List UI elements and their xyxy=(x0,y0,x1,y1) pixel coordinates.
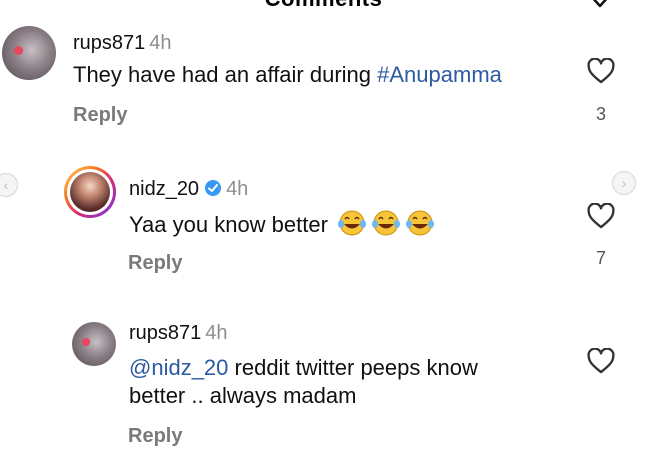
comment-username[interactable]: rups871 xyxy=(129,322,201,344)
verified-badge-icon xyxy=(205,180,222,196)
heart-icon[interactable] xyxy=(587,58,615,84)
avatar[interactable] xyxy=(2,26,56,80)
comment-username[interactable]: nidz_20 xyxy=(129,178,199,200)
heart-icon[interactable] xyxy=(587,203,615,229)
reply-button[interactable]: Reply xyxy=(128,425,182,448)
comment-timestamp: 4h xyxy=(149,32,172,54)
hashtag-link[interactable]: #Anupamma xyxy=(377,62,502,87)
like-count: 3 xyxy=(595,104,606,124)
mention-link[interactable]: @nidz_20 xyxy=(129,355,228,380)
heart-icon[interactable] xyxy=(587,348,615,374)
comments-header-title: Comments xyxy=(0,0,647,12)
story-avatar[interactable] xyxy=(64,166,116,218)
comment-username[interactable]: rups871 xyxy=(73,32,145,54)
laughing-with-tears-emoji xyxy=(338,210,367,236)
next-arrow-button[interactable]: › xyxy=(612,171,636,195)
reply-button[interactable]: Reply xyxy=(73,104,127,127)
laughing-with-tears-emoji xyxy=(372,210,401,236)
reply-button[interactable]: Reply xyxy=(128,252,182,275)
avatar[interactable] xyxy=(72,322,116,366)
comment-timestamp: 4h xyxy=(226,178,249,200)
comment-timestamp: 4h xyxy=(205,322,228,344)
like-count: 7 xyxy=(595,248,606,268)
comment-text: @nidz_20 reddit twitter peeps know bette… xyxy=(129,355,478,408)
comment-text: Yaa you know better xyxy=(129,209,436,239)
laughing-with-tears-emoji xyxy=(406,210,435,236)
prev-arrow-button[interactable]: ‹ xyxy=(0,173,18,197)
comment-text: They have had an affair during #Anupamma xyxy=(73,62,502,87)
chevron-down-icon[interactable] xyxy=(589,0,611,10)
